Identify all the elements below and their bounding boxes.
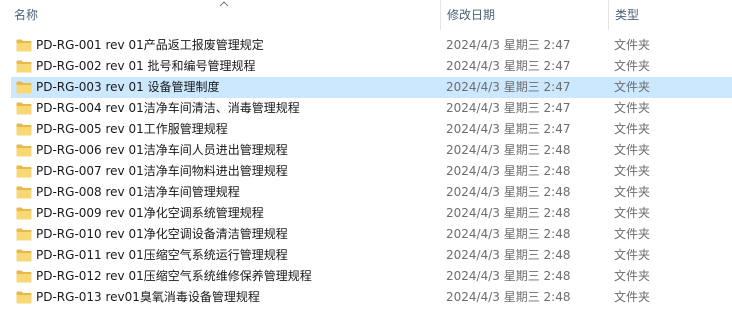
file-type: 文件夹 xyxy=(614,290,651,304)
column-header-date-modified[interactable]: 修改日期 xyxy=(440,0,608,30)
file-name[interactable]: PD-RG-009 rev 01净化空调系统管理规程 xyxy=(36,203,436,224)
folder-icon xyxy=(16,144,32,157)
file-date-modified: 2024/4/3 星期三 2:47 xyxy=(446,122,571,136)
file-type: 文件夹 xyxy=(614,38,651,52)
file-row[interactable]: PD-RG-010 rev 01净化空调设备清洁管理规程 2024/4/3 星期三… xyxy=(0,224,732,245)
file-name[interactable]: PD-RG-011 rev 01压缩空气系统运行管理规程 xyxy=(36,245,436,266)
file-row[interactable]: PD-RG-002 rev 01 批号和编号管理规程 2024/4/3 星期三 2… xyxy=(0,56,732,77)
file-type: 文件夹 xyxy=(614,248,651,262)
folder-icon xyxy=(16,186,32,199)
file-type: 文件夹 xyxy=(614,164,651,178)
file-name[interactable]: PD-RG-013 rev01臭氧消毒设备管理规程 xyxy=(36,287,436,308)
folder-icon xyxy=(16,228,32,241)
file-name[interactable]: PD-RG-001 rev 01产品返工报废管理规定 xyxy=(36,35,436,56)
file-date-modified: 2024/4/3 星期三 2:48 xyxy=(446,248,571,262)
column-header-type[interactable]: 类型 xyxy=(608,0,732,30)
folder-icon xyxy=(16,165,32,178)
file-type: 文件夹 xyxy=(614,269,651,283)
folder-icon xyxy=(16,39,32,52)
file-row[interactable]: PD-RG-008 rev 01洁净车间管理规程 2024/4/3 星期三 2:4… xyxy=(0,182,732,203)
file-name[interactable]: PD-RG-012 rev 01压缩空气系统维修保养管理规程 xyxy=(36,266,436,287)
file-name[interactable]: PD-RG-002 rev 01 批号和编号管理规程 xyxy=(36,56,436,77)
file-type: 文件夹 xyxy=(614,101,651,115)
file-row[interactable]: PD-RG-005 rev 01工作服管理规程 2024/4/3 星期三 2:47… xyxy=(0,119,732,140)
file-type: 文件夹 xyxy=(614,80,651,94)
folder-icon xyxy=(16,102,32,115)
file-type: 文件夹 xyxy=(614,143,651,157)
file-row[interactable]: PD-RG-004 rev 01洁净车间清洁、消毒管理规程 2024/4/3 星期… xyxy=(0,98,732,119)
folder-icon xyxy=(16,291,32,304)
folder-icon xyxy=(16,270,32,283)
file-date-modified: 2024/4/3 星期三 2:47 xyxy=(446,38,571,52)
file-row[interactable]: PD-RG-006 rev 01洁净车间人员进出管理规程 2024/4/3 星期三… xyxy=(0,140,732,161)
file-row[interactable]: PD-RG-011 rev 01压缩空气系统运行管理规程 2024/4/3 星期三… xyxy=(0,245,732,266)
file-date-modified: 2024/4/3 星期三 2:47 xyxy=(446,59,571,73)
folder-icon xyxy=(16,60,32,73)
folder-icon xyxy=(16,123,32,136)
file-type: 文件夹 xyxy=(614,122,651,136)
file-type: 文件夹 xyxy=(614,59,651,73)
file-name[interactable]: PD-RG-010 rev 01净化空调设备清洁管理规程 xyxy=(36,224,436,245)
file-type: 文件夹 xyxy=(614,185,651,199)
file-name[interactable]: PD-RG-006 rev 01洁净车间人员进出管理规程 xyxy=(36,140,436,161)
file-date-modified: 2024/4/3 星期三 2:48 xyxy=(446,206,571,220)
file-row[interactable]: PD-RG-007 rev 01洁净车间物料进出管理规程 2024/4/3 星期三… xyxy=(0,161,732,182)
file-list-pane: 名称 修改日期 类型 PD-RG-001 rev 01产品返工报废管理规定 202… xyxy=(0,0,732,314)
folder-icon xyxy=(16,81,32,94)
sort-ascending-icon xyxy=(219,1,229,7)
file-date-modified: 2024/4/3 星期三 2:47 xyxy=(446,80,571,94)
file-date-modified: 2024/4/3 星期三 2:48 xyxy=(446,164,571,178)
file-date-modified: 2024/4/3 星期三 2:47 xyxy=(446,101,571,115)
file-rows: PD-RG-001 rev 01产品返工报废管理规定 2024/4/3 星期三 2… xyxy=(0,35,732,308)
file-date-modified: 2024/4/3 星期三 2:48 xyxy=(446,185,571,199)
file-date-modified: 2024/4/3 星期三 2:48 xyxy=(446,269,571,283)
file-name[interactable]: PD-RG-005 rev 01工作服管理规程 xyxy=(36,119,436,140)
folder-icon xyxy=(16,207,32,220)
file-type: 文件夹 xyxy=(614,227,651,241)
file-row[interactable]: PD-RG-012 rev 01压缩空气系统维修保养管理规程 2024/4/3 星… xyxy=(0,266,732,287)
file-name[interactable]: PD-RG-004 rev 01洁净车间清洁、消毒管理规程 xyxy=(36,98,436,119)
file-date-modified: 2024/4/3 星期三 2:48 xyxy=(446,143,571,157)
file-row[interactable]: PD-RG-001 rev 01产品返工报废管理规定 2024/4/3 星期三 2… xyxy=(0,35,732,56)
file-row[interactable]: PD-RG-013 rev01臭氧消毒设备管理规程 2024/4/3 星期三 2:… xyxy=(0,287,732,308)
folder-icon xyxy=(16,249,32,262)
file-date-modified: 2024/4/3 星期三 2:48 xyxy=(446,290,571,304)
file-date-modified: 2024/4/3 星期三 2:48 xyxy=(446,227,571,241)
file-row[interactable]: PD-RG-003 rev 01 设备管理制度 2024/4/3 星期三 2:47… xyxy=(0,77,732,98)
column-header-bar: 名称 修改日期 类型 xyxy=(0,0,732,30)
file-type: 文件夹 xyxy=(614,206,651,220)
file-name[interactable]: PD-RG-007 rev 01洁净车间物料进出管理规程 xyxy=(36,161,436,182)
file-row[interactable]: PD-RG-009 rev 01净化空调系统管理规程 2024/4/3 星期三 2… xyxy=(0,203,732,224)
file-name[interactable]: PD-RG-003 rev 01 设备管理制度 xyxy=(36,77,436,98)
file-name[interactable]: PD-RG-008 rev 01洁净车间管理规程 xyxy=(36,182,436,203)
